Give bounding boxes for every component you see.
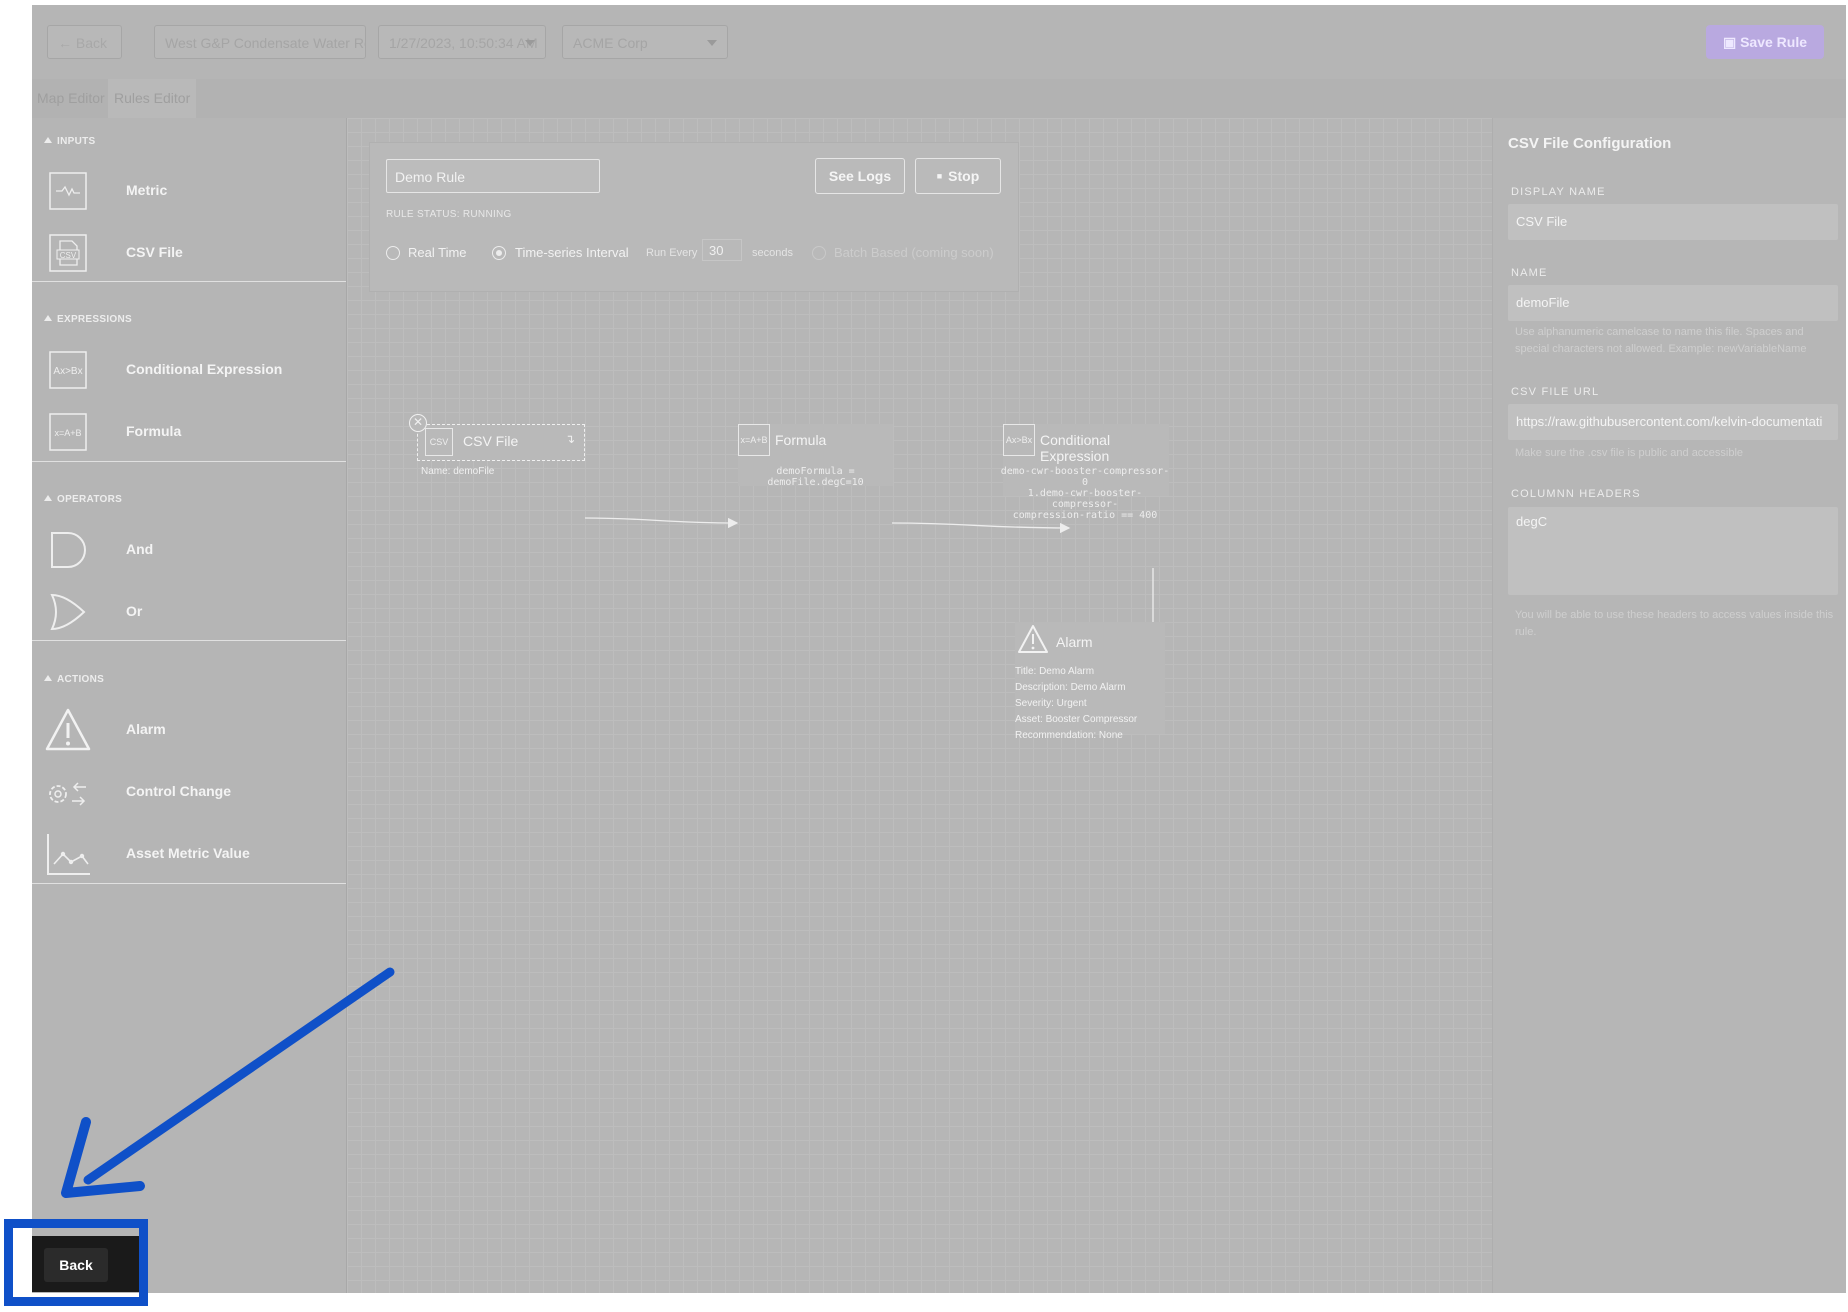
alarm-warning-icon: [1018, 625, 1048, 653]
conditional-node-title: Conditional Expression: [1040, 432, 1111, 464]
top-bar: ← Back West G&P Condensate Water Remova …: [32, 5, 1846, 79]
section-title-actions[interactable]: ACTIONS: [44, 674, 104, 685]
tab-rules-editor[interactable]: Rules Editor: [108, 79, 196, 118]
save-rule-button[interactable]: ▣ Save Rule: [1706, 25, 1824, 59]
palette-item-alarm[interactable]: Alarm: [44, 706, 334, 756]
conditional-expression-icon: Ax>Bx: [49, 351, 87, 389]
config-title: CSV File Configuration: [1508, 135, 1672, 152]
gear-arrows-icon: [49, 782, 86, 806]
formula-icon: x=A+B: [49, 413, 87, 451]
conditional-expression-node[interactable]: Ax>Bx Conditional Expression demo-cwr-bo…: [1001, 424, 1169, 521]
name-input[interactable]: demoFile: [1508, 285, 1838, 321]
palette-item-formula[interactable]: x=A+B Formula: [44, 408, 334, 458]
collapse-triangle-icon: [44, 315, 52, 321]
alarm-node-details: Title: Demo Alarm Description: Demo Alar…: [1015, 666, 1138, 741]
palette-item-metric[interactable]: Metric: [44, 167, 334, 217]
palette-item-csv-file[interactable]: CSV CSV File: [44, 229, 334, 279]
csv-file-icon: CSV: [425, 428, 453, 456]
arrow-left-icon: ←: [58, 35, 72, 51]
csv-url-hint: Make sure the .csv file is public and ac…: [1515, 447, 1744, 459]
back-button[interactable]: ← Back: [47, 25, 122, 59]
section-divider: [32, 640, 346, 641]
alarm-node-title: Alarm: [1056, 634, 1093, 650]
column-headers-label: COLUMNN HEADERS: [1511, 488, 1641, 500]
or-gate-icon: [50, 593, 86, 631]
palette-item-conditional-expression[interactable]: Ax>Bx Conditional Expression: [44, 346, 334, 396]
palette-item-asset-metric-value[interactable]: Asset Metric Value: [44, 830, 334, 880]
collapse-triangle-icon: [44, 675, 52, 681]
alarm-node[interactable]: Alarm Title: Demo Alarm Description: Dem…: [1015, 622, 1165, 741]
csv-node-title: CSV File: [463, 433, 519, 449]
highlight-box: [4, 1219, 148, 1306]
column-headers-textarea[interactable]: degC: [1508, 507, 1838, 595]
svg-text:Ax>Bx: Ax>Bx: [53, 366, 82, 377]
collapse-triangle-icon: [44, 495, 52, 501]
palette-item-or[interactable]: Or: [44, 588, 334, 638]
section-title-expressions[interactable]: EXPRESSIONS: [44, 314, 132, 325]
rule-editor-window: ← Back West G&P Condensate Water Remova …: [32, 5, 1846, 1293]
rule-canvas[interactable]: Demo Rule See Logs ■ Stop RULE STATUS: RU…: [347, 118, 1492, 1293]
name-hint: Use alphanumeric camelcase to name this …: [1515, 326, 1807, 355]
connector-handle-icon[interactable]: ↴: [565, 432, 575, 446]
csv-url-input[interactable]: https://raw.githubusercontent.com/kelvin…: [1508, 404, 1838, 440]
section-title-operators[interactable]: OPERATORS: [44, 494, 122, 505]
chevron-down-icon: [707, 40, 717, 46]
rule-title-field[interactable]: West G&P Condensate Water Remova: [154, 25, 366, 59]
csv-node-subtitle: Name: demoFile: [421, 466, 495, 477]
metric-icon: [49, 172, 87, 210]
chevron-down-icon: [525, 40, 535, 46]
csv-config-panel: CSV File Configuration DISPLAY NAME CSV …: [1492, 118, 1846, 1293]
csv-file-icon: CSV: [49, 234, 87, 272]
section-title-inputs[interactable]: INPUTS: [44, 136, 95, 147]
palette-item-control-change[interactable]: Control Change: [44, 768, 334, 818]
node-connectors: [584, 517, 1160, 703]
name-label: NAME: [1511, 267, 1548, 279]
collapse-triangle-icon: [44, 137, 52, 143]
close-icon[interactable]: ✕: [409, 414, 427, 432]
formula-node-title: Formula: [775, 432, 827, 448]
svg-text:x=A+B: x=A+B: [54, 428, 81, 438]
node-palette: INPUTS Metric CSV CSV File EXPRESSIONS A…: [32, 118, 347, 1293]
editor-tabs: Map Editor Rules Editor: [32, 79, 1846, 118]
palette-item-and[interactable]: And: [44, 526, 334, 576]
section-divider: [32, 281, 346, 282]
column-headers-hint: You will be able to use these headers to…: [1515, 609, 1834, 638]
line-chart-icon: [47, 834, 90, 875]
alarm-warning-icon: [45, 708, 91, 751]
formula-node-code: demoFormula = demoFile.degC=10: [767, 466, 864, 488]
csv-file-node[interactable]: CSV CSV File ✕ ↴ Name: demoFile: [409, 414, 589, 477]
conditional-expression-icon: Ax>Bx: [1003, 424, 1035, 456]
datetime-dropdown[interactable]: 1/27/2023, 10:50:34 AM: [378, 25, 546, 59]
formula-icon: x=A+B: [738, 424, 770, 456]
display-name-input[interactable]: CSV File: [1508, 204, 1838, 240]
section-divider: [32, 883, 346, 884]
csv-url-label: CSV FILE URL: [1511, 386, 1600, 398]
tab-map-editor[interactable]: Map Editor: [32, 79, 113, 118]
formula-node[interactable]: x=A+B Formula demoFormula = demoFile.deg…: [738, 424, 893, 488]
conditional-node-code: demo-cwr-booster-compressor-0 1.demo-cwr…: [1000, 466, 1170, 521]
and-gate-icon: [51, 532, 86, 568]
display-name-label: DISPLAY NAME: [1511, 186, 1606, 198]
section-divider: [32, 461, 346, 462]
svg-text:CSV: CSV: [60, 251, 77, 260]
org-dropdown[interactable]: ACME Corp: [562, 25, 728, 59]
floppy-disk-icon: ▣: [1722, 34, 1737, 50]
